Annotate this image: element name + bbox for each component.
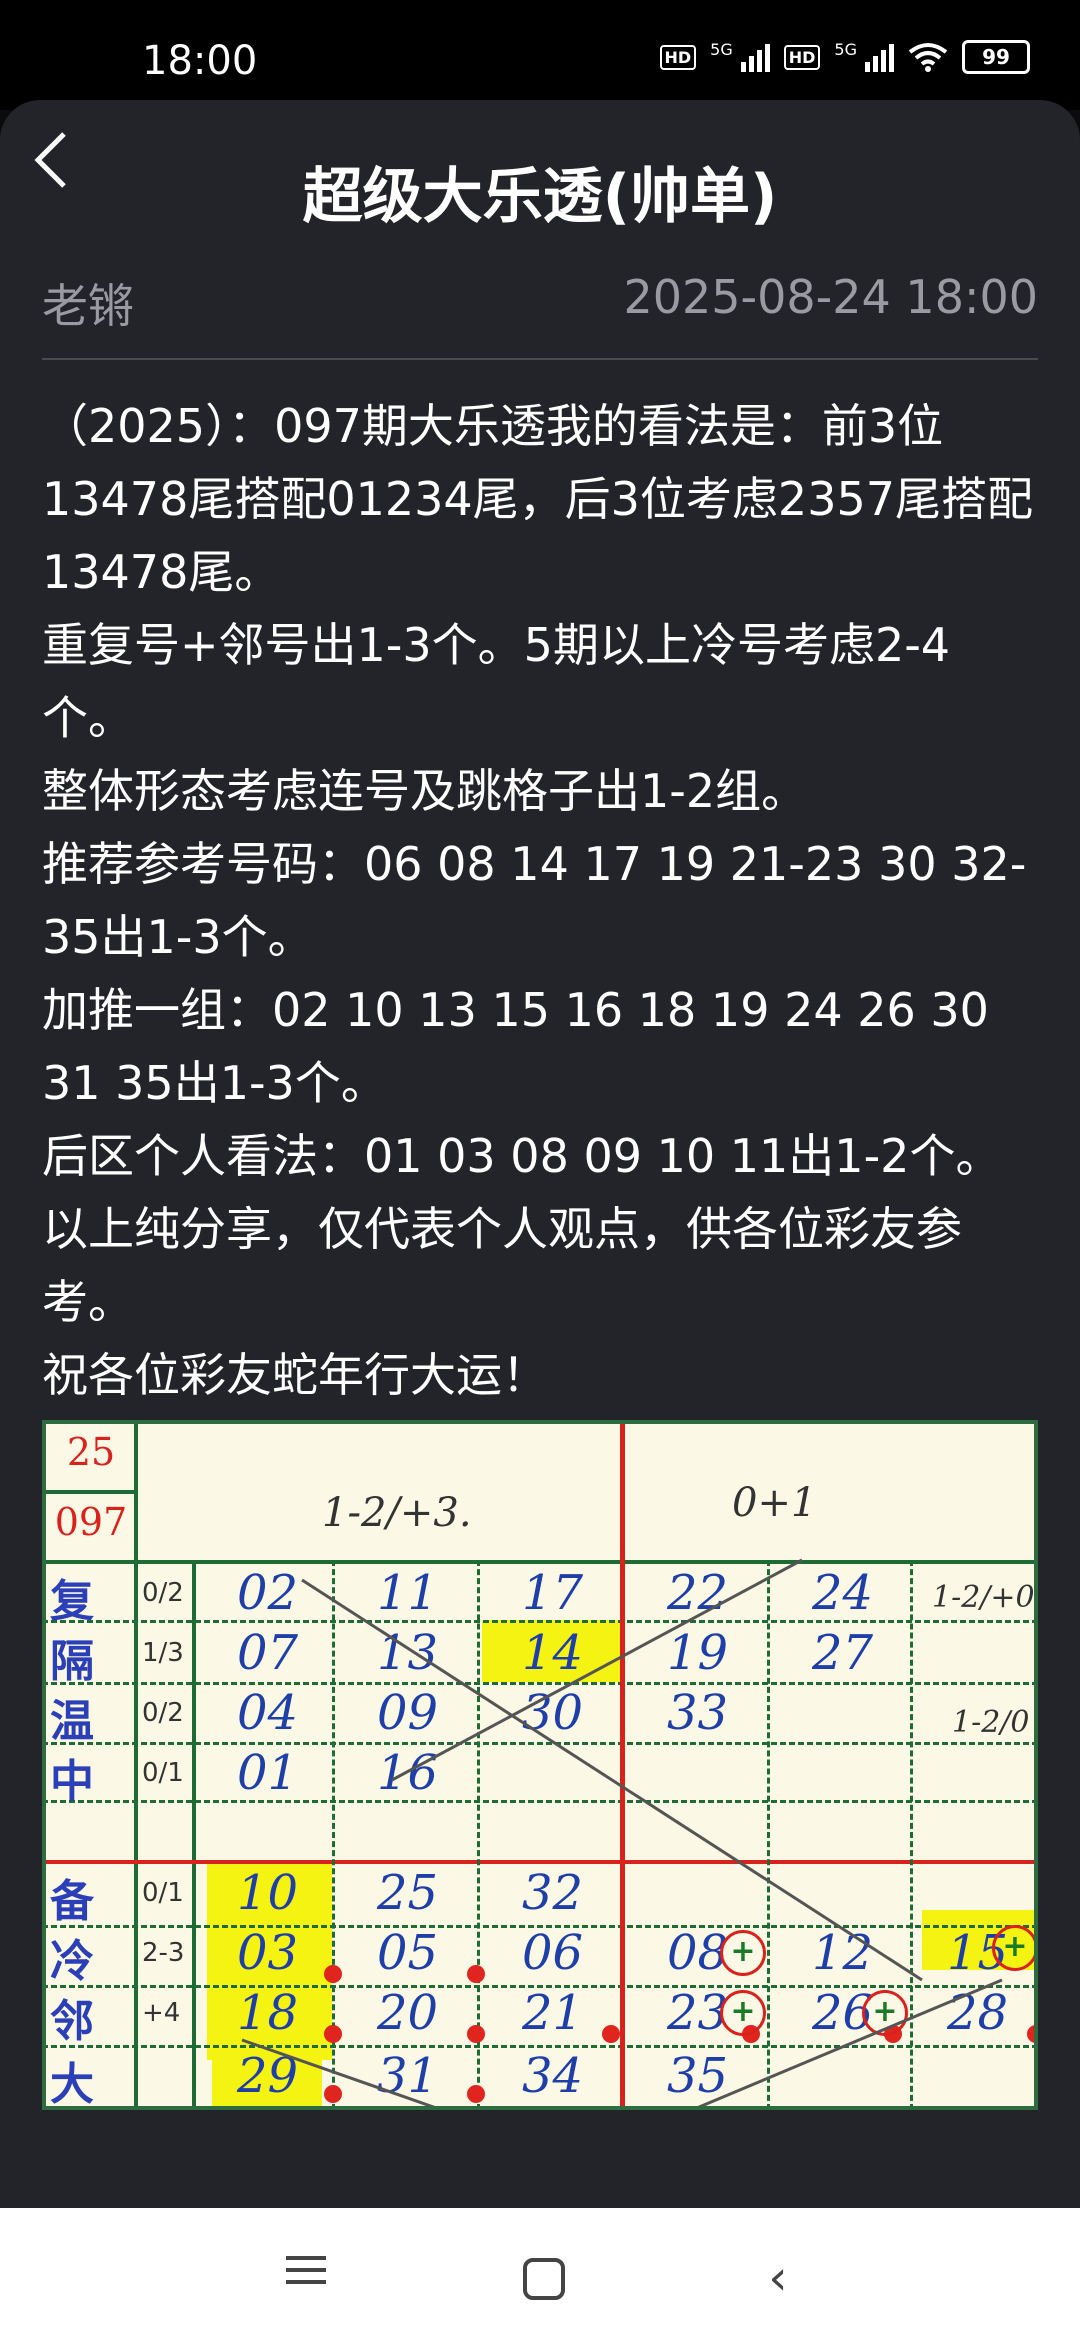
paragraph: （2025）：097期大乐透我的看法是：前3位13478尾搭配01234尾，后3… — [42, 399, 1033, 599]
signal-icon — [740, 42, 770, 72]
system-nav-bar: ‹ — [0, 2208, 1080, 2340]
paragraph: 整体形态考虑连号及跳格子出1-2组。 — [42, 764, 808, 818]
network-label-2: 5G — [834, 40, 857, 59]
home-icon[interactable] — [523, 2258, 565, 2300]
author-name[interactable]: 老锵 — [42, 270, 134, 336]
paragraph: 以上纯分享，仅代表个人观点，供各位彩友参考。 — [42, 1202, 962, 1329]
chart-photo[interactable]: 25 097 1-2/+3. 0+1 复 隔 温 中 备 冷 邻 大 0/2 1… — [42, 1420, 1038, 2110]
divider — [42, 358, 1038, 360]
wifi-icon — [908, 43, 948, 72]
hd-badge-2: HD — [783, 44, 821, 70]
menu-icon[interactable] — [276, 2248, 336, 2308]
back-icon[interactable]: ‹ — [748, 2248, 808, 2308]
page-title: 超级大乐透(帅单) — [302, 162, 778, 232]
paragraph: 加推一组：02 10 13 15 16 18 19 24 26 30 31 35… — [42, 983, 989, 1110]
status-icons: HD 5G HD 5G 99 — [659, 40, 1030, 74]
header: 超级大乐透(帅单) — [0, 100, 1080, 240]
paragraph: 祝各位彩友蛇年行大运！ — [42, 1348, 548, 1402]
publish-date: 2025-08-24 18:00 — [623, 270, 1038, 324]
hd-badge: HD — [659, 44, 697, 70]
paragraph: 推荐参考号码：06 08 14 17 19 21-23 30 32-35出1-3… — [42, 837, 1027, 964]
paragraph: 后区个人看法：01 03 08 09 10 11出1-2个。 — [42, 1129, 1002, 1183]
status-time: 18:00 — [142, 38, 258, 84]
signal-icon-2 — [865, 42, 894, 72]
battery-icon: 99 — [962, 40, 1030, 74]
article-body: （2025）：097期大乐透我的看法是：前3位13478尾搭配01234尾，后3… — [42, 390, 1038, 1412]
network-label-1: 5G — [710, 40, 733, 59]
photo-frame — [42, 1420, 1038, 2110]
article-meta: 老锵 2025-08-24 18:00 — [42, 270, 1038, 340]
status-bar: 18:00 HD 5G HD 5G 99 — [0, 0, 1080, 110]
paragraph: 重复号+邻号出1-3个。5期以上冷号考虑2-4个。 — [42, 618, 951, 745]
